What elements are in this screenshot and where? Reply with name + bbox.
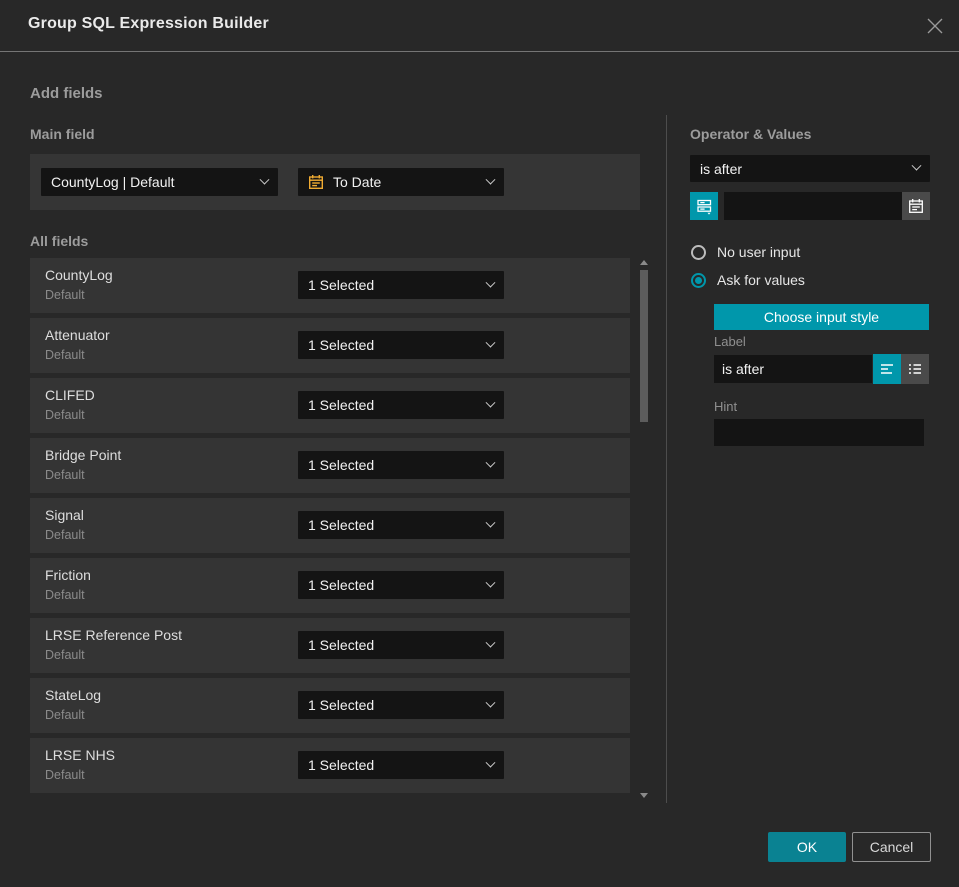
- list-scrollbar[interactable]: [636, 256, 652, 802]
- field-subtitle: Default: [45, 648, 85, 662]
- field-subtitle: Default: [45, 408, 85, 422]
- field-selection-dropdown[interactable]: 1 Selected: [298, 631, 504, 659]
- field-row: Bridge Point Default 1 Selected: [30, 438, 630, 493]
- field-selection-value: 1 Selected: [308, 637, 375, 653]
- chevron-down-icon: [485, 337, 496, 348]
- main-field-dropdown-value: CountyLog | Default: [51, 174, 175, 190]
- radio-no-user-input[interactable]: No user input: [691, 244, 800, 260]
- chevron-down-icon: [485, 277, 496, 288]
- list-input-style-button[interactable]: [901, 354, 929, 384]
- field-selection-value: 1 Selected: [308, 277, 375, 293]
- all-fields-list: CountyLog Default 1 Selected Attenuator …: [30, 258, 630, 798]
- calendar-picker-button[interactable]: [902, 192, 930, 220]
- field-selection-value: 1 Selected: [308, 697, 375, 713]
- operator-dropdown[interactable]: is after: [690, 155, 930, 182]
- field-name: CLIFED: [45, 387, 95, 403]
- field-name: LRSE NHS: [45, 747, 116, 763]
- field-subtitle: Default: [45, 768, 85, 782]
- field-selection-dropdown[interactable]: 1 Selected: [298, 511, 504, 539]
- field-subtitle: Default: [45, 288, 85, 302]
- field-selection-value: 1 Selected: [308, 337, 375, 353]
- field-selection-dropdown[interactable]: 1 Selected: [298, 451, 504, 479]
- field-row: Signal Default 1 Selected: [30, 498, 630, 553]
- align-left-icon: [881, 364, 893, 374]
- value-type-toggle-button[interactable]: [690, 192, 718, 220]
- field-selection-dropdown[interactable]: 1 Selected: [298, 691, 504, 719]
- field-row: LRSE NHS Default 1 Selected: [30, 738, 630, 793]
- chevron-down-icon: [485, 757, 496, 768]
- field-name: Bridge Point: [45, 447, 122, 463]
- radio-no-user-input-label: No user input: [717, 244, 801, 260]
- field-row: Friction Default 1 Selected: [30, 558, 630, 613]
- field-row: CLIFED Default 1 Selected: [30, 378, 630, 433]
- value-input[interactable]: [724, 192, 902, 220]
- field-selection-dropdown[interactable]: 1 Selected: [298, 271, 504, 299]
- unique-values-icon: [696, 199, 711, 215]
- chevron-down-icon: [485, 457, 496, 468]
- field-selection-value: 1 Selected: [308, 577, 375, 593]
- chevron-down-icon: [485, 174, 496, 185]
- chevron-down-icon: [485, 577, 496, 588]
- field-name: LRSE Reference Post: [45, 627, 182, 643]
- field-name: StateLog: [45, 687, 102, 703]
- field-subtitle: Default: [45, 348, 85, 362]
- field-name: Signal: [45, 507, 84, 523]
- hint-input[interactable]: [714, 419, 924, 446]
- ok-button[interactable]: OK: [768, 832, 846, 862]
- add-fields-heading: Add fields: [30, 85, 103, 102]
- field-subtitle: Default: [45, 468, 85, 482]
- radio-circle-icon[interactable]: [691, 244, 706, 260]
- label-input[interactable]: [714, 355, 872, 383]
- all-fields-heading: All fields: [30, 233, 89, 249]
- field-row: StateLog Default 1 Selected: [30, 678, 630, 733]
- field-row: CountyLog Default 1 Selected: [30, 258, 630, 313]
- operator-values-heading: Operator & Values: [690, 126, 812, 142]
- date-type-dropdown[interactable]: To Date: [298, 168, 504, 196]
- cancel-button[interactable]: Cancel: [852, 832, 931, 862]
- hint-heading: Hint: [714, 399, 738, 414]
- dialog-header: Group SQL Expression Builder: [0, 0, 959, 52]
- scroll-up-icon[interactable]: [640, 260, 648, 265]
- chevron-down-icon: [485, 517, 496, 528]
- field-selection-value: 1 Selected: [308, 397, 375, 413]
- label-heading: Label: [714, 334, 746, 349]
- field-subtitle: Default: [45, 708, 85, 722]
- chevron-down-icon: [259, 174, 270, 185]
- dialog-title: Group SQL Expression Builder: [28, 15, 269, 32]
- calendar-icon: [309, 175, 324, 190]
- field-name: CountyLog: [45, 267, 113, 283]
- field-selection-value: 1 Selected: [308, 457, 375, 473]
- radio-selected-icon[interactable]: [691, 272, 706, 288]
- field-name: Friction: [45, 567, 91, 583]
- field-selection-dropdown[interactable]: 1 Selected: [298, 391, 504, 419]
- radio-ask-for-values-label: Ask for values: [717, 272, 805, 288]
- scroll-down-icon[interactable]: [640, 793, 648, 798]
- choose-input-style-button[interactable]: Choose input style: [714, 304, 929, 330]
- field-row: LRSE Reference Post Default 1 Selected: [30, 618, 630, 673]
- chevron-down-icon: [485, 637, 496, 648]
- field-selection-value: 1 Selected: [308, 517, 375, 533]
- date-type-dropdown-value: To Date: [333, 174, 382, 190]
- field-selection-dropdown[interactable]: 1 Selected: [298, 571, 504, 599]
- chevron-down-icon: [911, 160, 922, 171]
- chevron-down-icon: [485, 397, 496, 408]
- single-line-input-style-button[interactable]: [873, 354, 901, 384]
- field-selection-dropdown[interactable]: 1 Selected: [298, 751, 504, 779]
- scrollbar-thumb[interactable]: [640, 270, 648, 422]
- chevron-down-icon: [485, 697, 496, 708]
- field-row: Attenuator Default 1 Selected: [30, 318, 630, 373]
- field-subtitle: Default: [45, 588, 85, 602]
- panel-divider: [666, 115, 667, 803]
- field-selection-dropdown[interactable]: 1 Selected: [298, 331, 504, 359]
- bulleted-list-icon: [909, 364, 921, 374]
- radio-ask-for-values[interactable]: Ask for values: [691, 272, 805, 288]
- close-icon[interactable]: [924, 15, 946, 37]
- field-subtitle: Default: [45, 528, 85, 542]
- field-selection-value: 1 Selected: [308, 757, 375, 773]
- calendar-icon: [909, 199, 923, 213]
- field-name: Attenuator: [45, 327, 110, 343]
- operator-dropdown-value: is after: [700, 160, 743, 177]
- main-field-dropdown[interactable]: CountyLog | Default: [41, 168, 278, 196]
- main-field-label: Main field: [30, 126, 95, 142]
